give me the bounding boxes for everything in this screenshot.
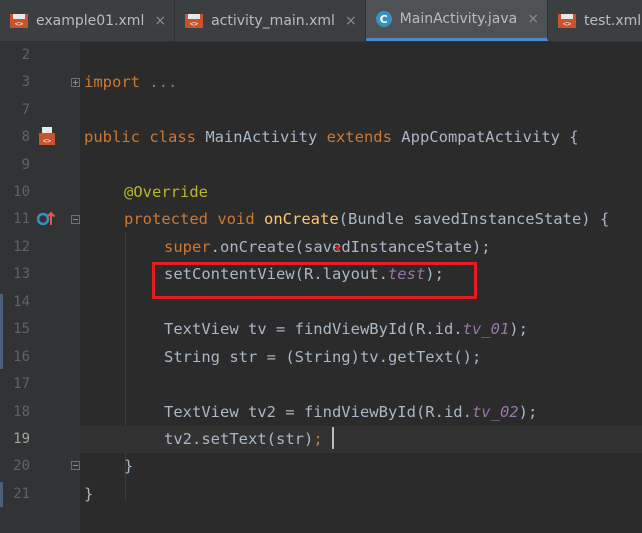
code-line: 2: [0, 42, 642, 69]
line-number: 11: [13, 211, 30, 227]
line-number: 14: [13, 294, 30, 310]
line-number: 18: [13, 404, 30, 420]
xml-file-icon: <>: [10, 13, 28, 29]
line-number: 13: [13, 266, 30, 282]
code-line: 7: [0, 97, 642, 124]
code-editor[interactable]: 2 3 import ... 7 8 public class MainActi…: [0, 42, 642, 533]
xml-file-icon: <>: [185, 13, 204, 29]
svg-text:<>: <>: [15, 20, 23, 28]
svg-text:<>: <>: [190, 20, 198, 28]
code-line: 11 protected void onCreate(Bundle savedI…: [0, 206, 642, 233]
tab-label: activity_main.xml: [211, 12, 335, 29]
code-text: TextView tv = findViewById(R.id.tv_01);: [164, 320, 528, 338]
code-line: 12 super.onCreate(savedInstanceState);: [0, 234, 642, 261]
code-text: public class MainActivity extends AppCom…: [84, 128, 579, 146]
tab-label: example01.xml: [36, 12, 145, 29]
override-method-icon[interactable]: [36, 210, 57, 232]
code-line: 14: [0, 289, 642, 316]
tab-mainactivity-java[interactable]: C MainActivity.java ×: [365, 0, 548, 41]
close-icon[interactable]: ×: [345, 13, 357, 29]
line-number: 19: [13, 431, 30, 447]
line-number: 10: [13, 184, 30, 200]
svg-text:<>: <>: [563, 20, 571, 28]
code-line: 9: [0, 152, 642, 179]
code-line: 18 TextView tv2 = findViewById(R.id.tv_0…: [0, 399, 642, 426]
code-text: import ...: [84, 73, 178, 91]
code-text: super.onCreate(savedInstanceState);: [164, 238, 491, 256]
code-line: 15 TextView tv = findViewById(R.id.tv_01…: [0, 316, 642, 343]
close-icon[interactable]: ×: [527, 11, 539, 27]
code-text: tv2.setText(str);: [164, 430, 323, 448]
code-line: 19 tv2.setText(str);: [0, 426, 642, 453]
line-number: 7: [21, 102, 30, 118]
code-text: TextView tv2 = findViewById(R.id.tv_02);: [164, 403, 538, 421]
line-number: 2: [21, 47, 30, 63]
close-icon[interactable]: ×: [154, 13, 166, 29]
code-line: 16 String str = (String)tv.getText();: [0, 344, 642, 371]
error-marker-icon: ▼: [335, 244, 342, 255]
text-caret: [332, 427, 334, 449]
line-number: 21: [13, 486, 30, 502]
tab-label: MainActivity.java: [399, 11, 518, 27]
code-line: 3 import ...: [0, 69, 642, 96]
java-class-icon: C: [375, 11, 392, 27]
code-line: 21 }: [0, 481, 642, 508]
code-text: @Override: [124, 183, 208, 201]
line-number: 16: [13, 349, 30, 365]
tab-activity-main-xml[interactable]: <> activity_main.xml ×: [175, 0, 366, 41]
line-number: 3: [21, 74, 30, 90]
fold-collapse-icon[interactable]: [71, 461, 80, 470]
tab-label: test.xml: [583, 12, 642, 29]
line-number: 9: [21, 157, 30, 173]
layout-xml-gutter-icon[interactable]: <>: [38, 127, 58, 151]
fold-expand-icon[interactable]: [71, 78, 80, 87]
line-number: 15: [13, 321, 30, 337]
code-line: 17: [0, 371, 642, 398]
tab-example01-xml[interactable]: <> example01.xml ×: [0, 0, 176, 41]
code-text: }: [84, 485, 94, 503]
line-number: 12: [13, 239, 30, 255]
code-line: 10 @Override: [0, 179, 642, 206]
code-line: 8 public class MainActivity extends AppC…: [0, 124, 642, 151]
line-number: 17: [13, 376, 30, 392]
code-text: String str = (String)tv.getText();: [164, 348, 482, 366]
code-text: }: [124, 457, 134, 475]
tab-test-xml[interactable]: <> test.xml ×: [548, 0, 642, 41]
fold-collapse-icon[interactable]: [71, 215, 80, 224]
code-line: 20 }: [0, 453, 642, 480]
svg-text:<>: <>: [43, 137, 51, 145]
line-number: 8: [21, 129, 30, 145]
editor-tab-bar: <> example01.xml × <> activity_main.xml …: [0, 0, 642, 42]
xml-file-icon: <>: [557, 13, 576, 29]
code-text: protected void onCreate(Bundle savedInst…: [124, 210, 610, 228]
line-number: 20: [13, 458, 30, 474]
